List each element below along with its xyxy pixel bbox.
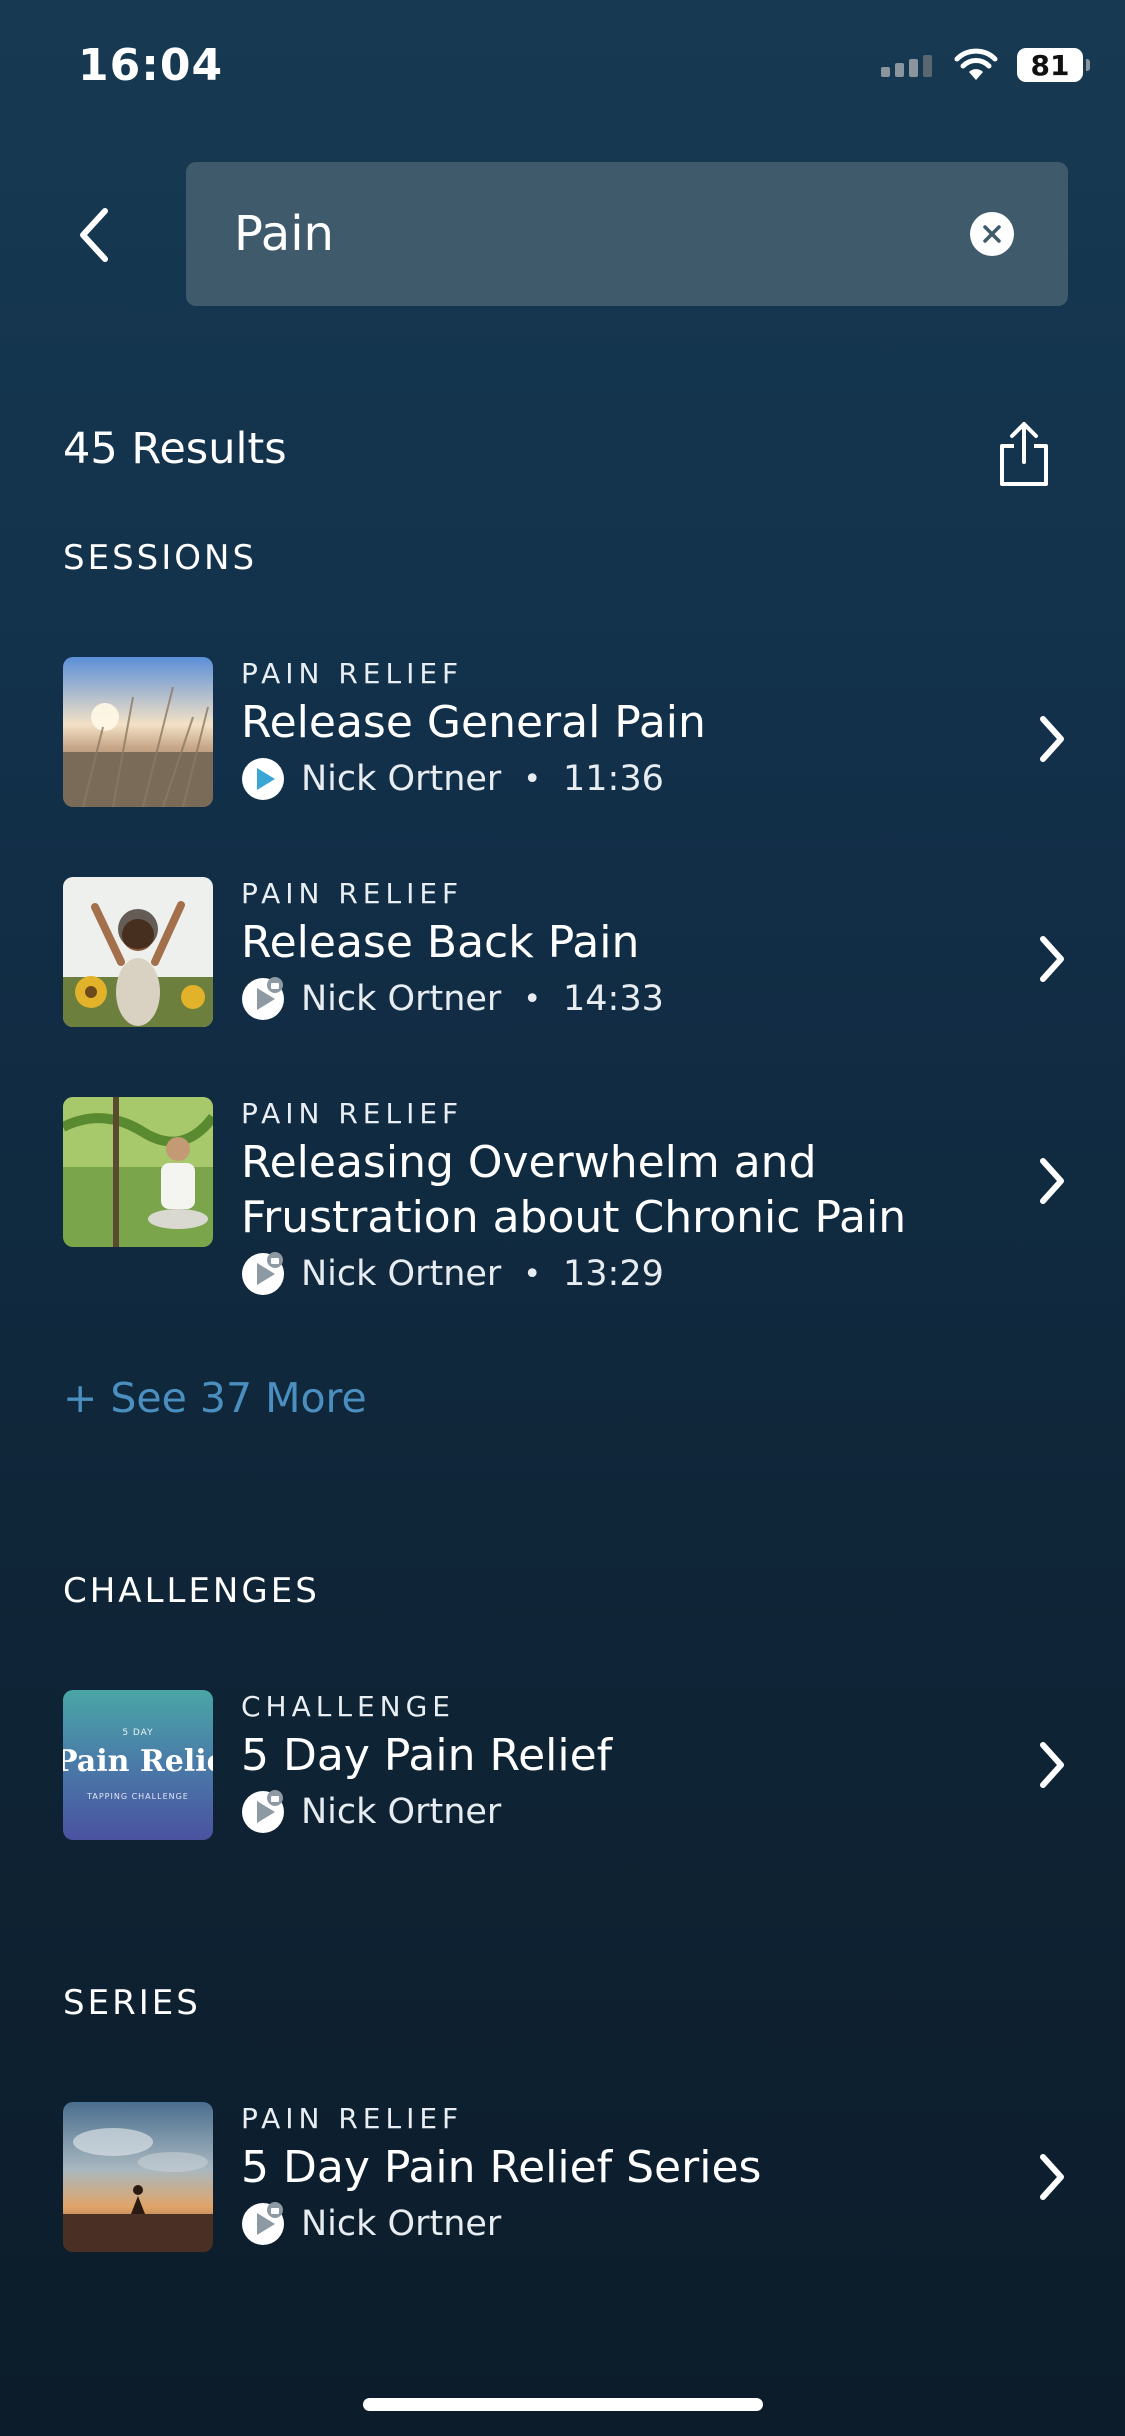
- session-author: Nick Ortner: [301, 759, 502, 799]
- session-text: PAIN RELIEF Release General Pain Nick Or…: [241, 657, 941, 804]
- meta-separator: •: [523, 1256, 542, 1292]
- chevron-left-icon: [80, 208, 108, 262]
- session-thumbnail: [63, 877, 213, 1027]
- battery-level: 81: [1030, 48, 1070, 82]
- session-thumbnail: [63, 657, 213, 807]
- share-button[interactable]: [994, 418, 1054, 488]
- signal-icon: [881, 55, 932, 77]
- chevron-right-icon: [1040, 1742, 1064, 1788]
- locked-play-badge: [241, 1790, 285, 1834]
- series-meta: Nick Ortner: [241, 2199, 941, 2249]
- session-category: PAIN RELIEF: [241, 1097, 464, 1130]
- person-sunset-image: [63, 2102, 213, 2252]
- clear-x-icon: [983, 225, 1001, 243]
- session-item-release-general-pain[interactable]: PAIN RELIEF Release General Pain Nick Or…: [63, 657, 1073, 807]
- chevron-right-icon: [1040, 936, 1064, 982]
- session-title: Release General Pain: [241, 697, 706, 748]
- section-header-series: SERIES: [63, 1983, 201, 2023]
- share-icon: [1000, 422, 1048, 486]
- locked-play-badge: [241, 2202, 285, 2246]
- series-item-5-day-pain-relief-series[interactable]: PAIN RELIEF 5 Day Pain Relief Series Nic…: [63, 2102, 1073, 2252]
- search-input[interactable]: [234, 162, 934, 306]
- locked-play-badge: [241, 977, 285, 1021]
- meta-separator: •: [523, 761, 542, 797]
- session-text: PAIN RELIEF Releasing Overwhelm and Frus…: [241, 1097, 941, 1299]
- series-text: PAIN RELIEF 5 Day Pain Relief Series Nic…: [241, 2102, 941, 2249]
- session-author: Nick Ortner: [301, 979, 502, 1019]
- locked-play-icon: [242, 977, 284, 1020]
- series-author: Nick Ortner: [301, 2204, 502, 2244]
- home-indicator[interactable]: [363, 2398, 763, 2411]
- play-badge: [241, 757, 285, 801]
- chevron-right-icon: [1040, 2154, 1064, 2200]
- session-author: Nick Ortner: [301, 1254, 502, 1294]
- challenge-meta: Nick Ortner: [241, 1787, 941, 1837]
- session-category: PAIN RELIEF: [241, 877, 464, 910]
- session-title: Release Back Pain: [241, 917, 640, 968]
- challenge-text: CHALLENGE 5 Day Pain Relief Nick Ortner: [241, 1690, 941, 1837]
- session-text: PAIN RELIEF Release Back Pain Nick Ortne…: [241, 877, 941, 1024]
- meta-separator: •: [523, 981, 542, 1017]
- challenge-author: Nick Ortner: [301, 1792, 502, 1832]
- clear-search-button[interactable]: [970, 212, 1014, 256]
- locked-play-icon: [242, 1790, 284, 1833]
- session-item-releasing-overwhelm[interactable]: PAIN RELIEF Releasing Overwhelm and Frus…: [63, 1097, 1073, 1307]
- session-title: Releasing Overwhelm and Frustration abou…: [241, 1137, 907, 1243]
- series-category: PAIN RELIEF: [241, 2102, 464, 2135]
- session-duration: 13:29: [563, 1254, 664, 1294]
- series-thumbnail: [63, 2102, 213, 2252]
- session-thumbnail: [63, 1097, 213, 1247]
- play-icon: [242, 758, 284, 800]
- session-duration: 14:33: [563, 979, 664, 1019]
- session-meta: Nick Ortner • 14:33: [241, 974, 941, 1024]
- wifi-icon: [954, 48, 998, 80]
- locked-play-icon: [242, 2202, 284, 2245]
- results-count: 45 Results: [63, 424, 287, 474]
- thumb-title-text: Pain Relief: [63, 1744, 213, 1779]
- back-button[interactable]: [66, 200, 122, 270]
- see-more-sessions-link[interactable]: + See 37 More: [63, 1374, 367, 1422]
- section-header-challenges: CHALLENGES: [63, 1571, 320, 1611]
- challenge-title: 5 Day Pain Relief: [241, 1730, 613, 1781]
- session-category: PAIN RELIEF: [241, 657, 464, 690]
- series-title: 5 Day Pain Relief Series: [241, 2142, 762, 2193]
- challenge-thumbnail: 5 DAY Pain Relief TAPPING CHALLENGE: [63, 1690, 213, 1840]
- search-box: [186, 162, 1068, 306]
- session-meta: Nick Ortner • 11:36: [241, 754, 941, 804]
- locked-play-badge: [241, 1252, 285, 1296]
- thumb-small-text: 5 DAY: [122, 1728, 154, 1738]
- challenge-item-5-day-pain-relief[interactable]: 5 DAY Pain Relief TAPPING CHALLENGE CHAL…: [63, 1690, 1073, 1840]
- chevron-right-icon: [1040, 1158, 1064, 1204]
- locked-play-icon: [242, 1252, 284, 1295]
- section-header-sessions: SESSIONS: [63, 538, 258, 578]
- woman-sunflowers-image: [63, 877, 213, 1027]
- man-meditating-image: [63, 1097, 213, 1247]
- battery-indicator: 81: [1017, 48, 1090, 82]
- status-indicators: 81: [881, 48, 1090, 82]
- challenge-category: CHALLENGE: [241, 1690, 455, 1723]
- session-item-release-back-pain[interactable]: PAIN RELIEF Release Back Pain Nick Ortne…: [63, 877, 1073, 1027]
- session-meta: Nick Ortner • 13:29: [241, 1249, 941, 1299]
- status-time: 16:04: [78, 40, 224, 91]
- thumb-caption-text: TAPPING CHALLENGE: [87, 1792, 189, 1801]
- chevron-right-icon: [1040, 716, 1064, 762]
- session-duration: 11:36: [563, 759, 664, 799]
- sunset-field-image: [63, 657, 213, 807]
